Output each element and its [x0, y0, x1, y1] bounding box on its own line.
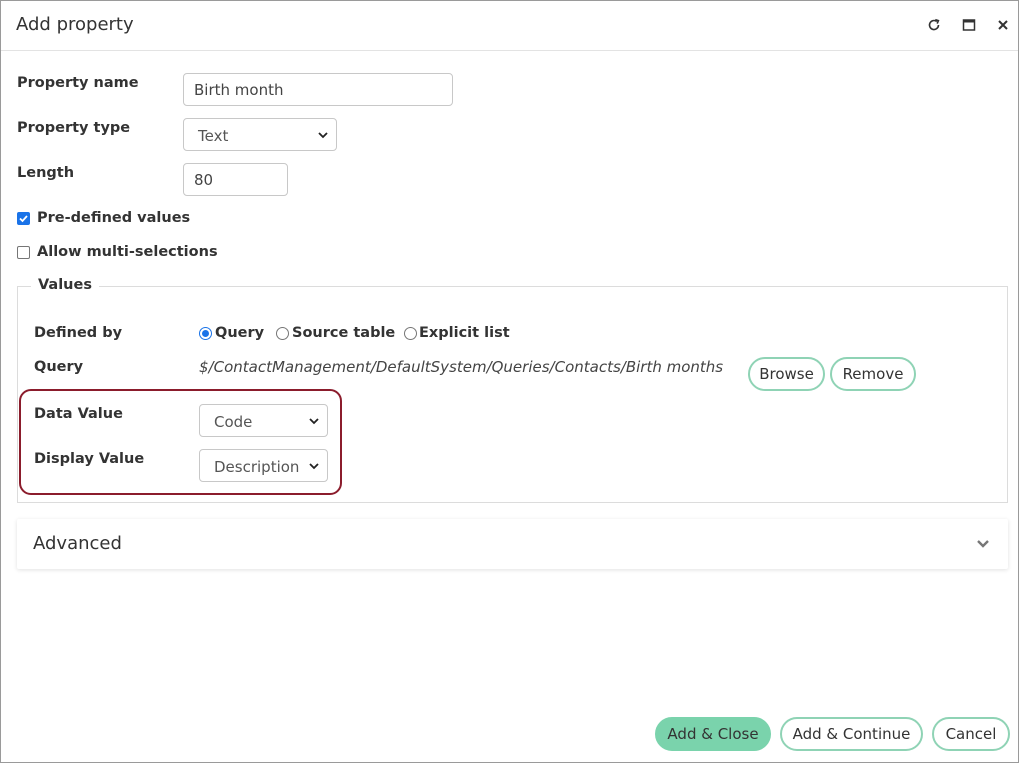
advanced-title: Advanced	[33, 533, 122, 554]
advanced-section[interactable]: Advanced	[17, 519, 1008, 569]
query-path: $/ContactManagement/DefaultSystem/Querie…	[199, 358, 724, 376]
radio-query[interactable]	[199, 327, 212, 340]
allow-multi-selections-label: Allow multi-selections	[37, 244, 218, 260]
radio-source-table[interactable]	[276, 327, 289, 340]
cancel-button[interactable]: Cancel	[932, 717, 1010, 751]
predefined-values-label: Pre-defined values	[37, 210, 191, 226]
dialog-titlebar: Add property	[1, 1, 1018, 51]
radio-source-table-label[interactable]: Source table	[292, 325, 395, 341]
add-close-button[interactable]: Add & Close	[655, 717, 771, 751]
display-value-select[interactable]: Description	[199, 449, 328, 482]
browse-button[interactable]: Browse	[748, 357, 825, 391]
length-label: Length	[17, 165, 75, 181]
property-type-label: Property type	[17, 120, 131, 136]
property-type-select[interactable]: Text	[183, 118, 337, 151]
maximize-icon[interactable]	[961, 17, 977, 33]
close-icon[interactable]	[995, 17, 1011, 33]
query-label: Query	[34, 359, 84, 375]
refresh-icon[interactable]	[926, 17, 942, 33]
chevron-down-icon[interactable]	[976, 536, 990, 554]
display-value-label: Display Value	[34, 451, 145, 467]
allow-multi-selections-checkbox[interactable]	[17, 246, 30, 259]
radio-explicit-list[interactable]	[404, 327, 417, 340]
radio-query-label[interactable]: Query	[215, 325, 264, 341]
data-value-select[interactable]: Code	[199, 404, 328, 437]
property-name-label: Property name	[17, 75, 139, 91]
chevron-down-icon	[309, 418, 319, 425]
chevron-down-icon	[309, 463, 319, 470]
add-property-dialog: Add property Property name Property type…	[0, 0, 1019, 763]
dialog-title: Add property	[16, 14, 134, 35]
display-value-selected: Description	[214, 458, 300, 476]
property-type-value: Text	[198, 127, 229, 145]
data-value-selected: Code	[214, 413, 253, 431]
property-name-input[interactable]	[183, 73, 453, 106]
remove-button[interactable]: Remove	[830, 357, 916, 391]
length-input[interactable]	[183, 163, 288, 196]
radio-explicit-list-label[interactable]: Explicit list	[419, 325, 510, 341]
add-continue-button[interactable]: Add & Continue	[780, 717, 923, 751]
chevron-down-icon	[318, 132, 328, 139]
data-value-label: Data Value	[34, 406, 123, 422]
defined-by-label: Defined by	[34, 325, 123, 341]
values-legend: Values	[31, 277, 99, 293]
predefined-values-checkbox[interactable]	[17, 212, 30, 225]
